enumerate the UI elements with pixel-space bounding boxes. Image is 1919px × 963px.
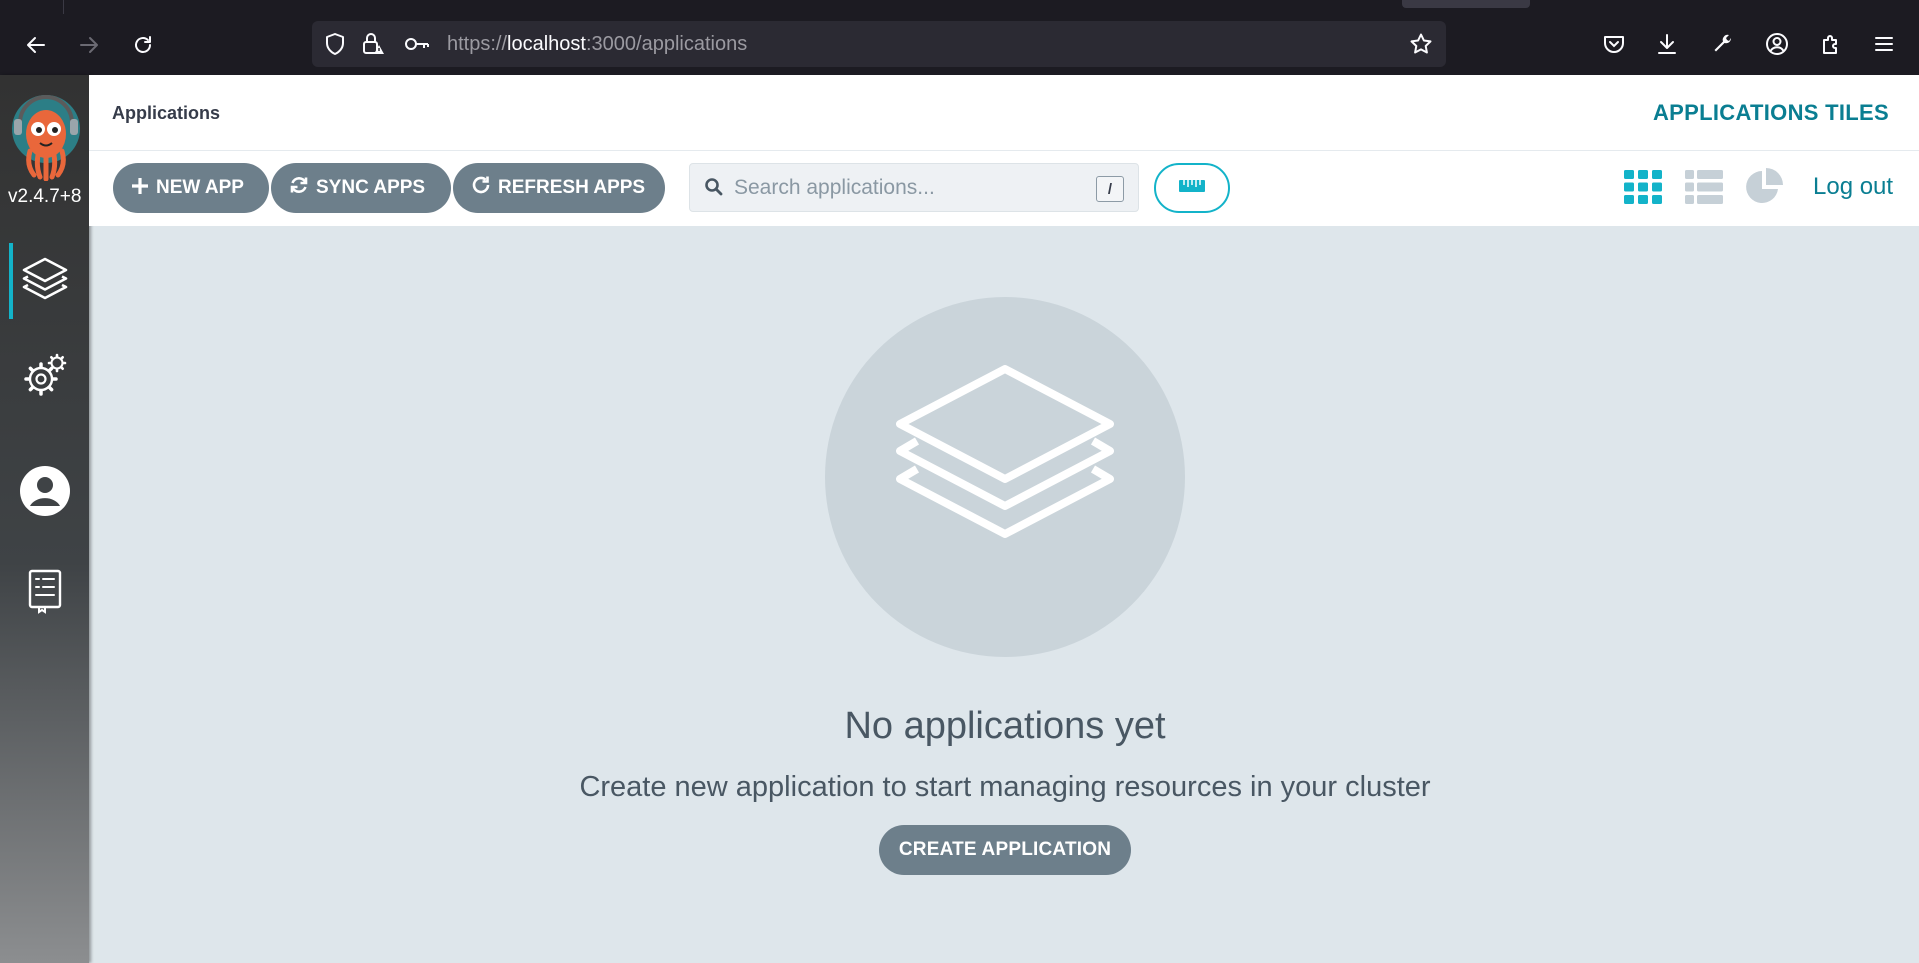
version-label: v2.4.7+8 (8, 186, 82, 207)
sync-apps-label: SYNC APPS (316, 177, 426, 198)
shield-icon[interactable] (322, 31, 348, 57)
search-shortcut-key: / (1096, 176, 1124, 202)
back-icon[interactable] (16, 25, 56, 65)
argo-logo[interactable] (10, 89, 82, 182)
view-title: APPLICATIONS TILES (1652, 100, 1889, 125)
ruler-icon (1179, 179, 1205, 197)
key-icon[interactable] (404, 31, 430, 57)
gears-icon (21, 353, 69, 404)
toolbar: NEW APP SYNC APPS REFRESH APPS / Log out (89, 151, 1919, 226)
new-app-label: NEW APP (156, 177, 244, 198)
create-application-button[interactable]: CREATE APPLICATION (879, 825, 1131, 875)
reload-icon[interactable] (123, 25, 163, 65)
sidebar-item-applications[interactable] (0, 243, 89, 319)
browser-chrome: https://localhost:3000/applications (0, 0, 1919, 75)
pocket-icon[interactable] (1597, 27, 1631, 61)
url-host: localhost (507, 33, 586, 55)
top-bar: Applications APPLICATIONS TILES (89, 75, 1919, 151)
search-input[interactable] (734, 172, 1094, 204)
sidebar-item-settings[interactable] (0, 340, 89, 416)
sidebar-item-docs[interactable] (0, 555, 89, 631)
new-app-button[interactable]: NEW APP (113, 163, 269, 213)
filter-toggle-button[interactable] (1154, 163, 1230, 213)
user-icon (19, 465, 71, 522)
empty-state-description: Create new application to start managing… (579, 771, 1431, 803)
tab-indicator[interactable] (1402, 0, 1530, 8)
extensions-icon[interactable] (1814, 27, 1848, 61)
sync-icon (289, 175, 309, 201)
sidebar: v2.4.7+8 (0, 75, 89, 963)
url-bar[interactable]: https://localhost:3000/applications (312, 21, 1446, 67)
page-title: Applications (112, 103, 221, 123)
search-icon (704, 177, 724, 202)
bookmark-star-icon[interactable] (1408, 31, 1434, 57)
plus-icon (131, 175, 149, 201)
lock-warning-icon[interactable] (360, 31, 386, 57)
layers-illustration-icon (896, 365, 1114, 538)
tab-strip (0, 0, 1919, 14)
pie-chart-view-icon[interactable] (1744, 167, 1784, 207)
empty-state-title: No applications yet (844, 705, 1166, 747)
download-icon[interactable] (1650, 27, 1684, 61)
url-scheme: https:// (447, 33, 508, 55)
url-text[interactable]: https://localhost:3000/applications (447, 33, 747, 56)
refresh-apps-label: REFRESH APPS (498, 177, 646, 198)
layers-icon (21, 256, 69, 307)
refresh-apps-button[interactable]: REFRESH APPS (453, 163, 665, 213)
tab-separator (63, 0, 64, 14)
refresh-icon (471, 175, 491, 201)
account-icon[interactable] (1760, 27, 1794, 61)
forward-icon[interactable] (69, 25, 109, 65)
list-view-icon[interactable] (1684, 167, 1724, 207)
tiles-view-icon[interactable] (1623, 167, 1663, 207)
empty-state-illustration (825, 297, 1185, 657)
docs-icon (27, 568, 63, 619)
logout-link[interactable]: Log out (1813, 173, 1893, 201)
wrench-icon[interactable] (1706, 27, 1740, 61)
menu-icon[interactable] (1867, 27, 1901, 61)
url-path: :3000/applications (585, 33, 748, 55)
search-box[interactable]: / (689, 163, 1139, 212)
sidebar-item-user-info[interactable] (0, 455, 89, 531)
sync-apps-button[interactable]: SYNC APPS (271, 163, 451, 213)
